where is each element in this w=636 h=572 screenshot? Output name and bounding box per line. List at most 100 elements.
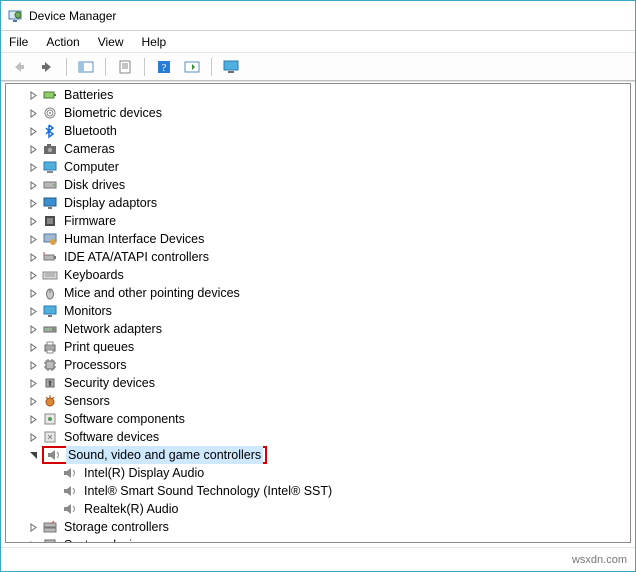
tree-item-label: Storage controllers (62, 518, 171, 536)
tree-item[interactable]: Sensors (6, 392, 630, 410)
footer: wsxdn.com (1, 547, 635, 571)
menubar: File Action View Help (1, 31, 635, 53)
tree-item-label: System devices (62, 536, 154, 543)
expand-icon[interactable] (26, 412, 40, 426)
tree-item[interactable]: Realtek(R) Audio (6, 500, 630, 518)
menu-file[interactable]: File (9, 35, 28, 49)
tree-item[interactable]: Batteries (6, 86, 630, 104)
properties-button[interactable] (113, 56, 137, 78)
expand-icon[interactable] (26, 430, 40, 444)
expand-icon[interactable] (26, 88, 40, 102)
swcomp-icon (42, 411, 58, 427)
collapse-icon[interactable] (26, 448, 40, 462)
tree-item[interactable]: Biometric devices (6, 104, 630, 122)
toolbar-separator (211, 58, 212, 76)
fingerprint-icon (42, 105, 58, 121)
tree-item-label: Keyboards (62, 266, 126, 284)
device-manager-window: Device Manager File Action View Help ? (0, 0, 636, 572)
tree-item[interactable]: Display adaptors (6, 194, 630, 212)
tree-item-label: Disk drives (62, 176, 127, 194)
security-icon (42, 375, 58, 391)
menu-help[interactable]: Help (142, 35, 167, 49)
storage-icon (42, 519, 58, 535)
highlight-box: Sound, video and game controllers (42, 446, 267, 464)
expand-icon[interactable] (26, 358, 40, 372)
tree-item-label: Sound, video and game controllers (66, 446, 263, 464)
tree-item-label: Software devices (62, 428, 161, 446)
expand-icon[interactable] (26, 106, 40, 120)
expand-icon[interactable] (26, 538, 40, 543)
expand-icon[interactable] (26, 520, 40, 534)
tree-item[interactable]: Software devices (6, 428, 630, 446)
expand-icon[interactable] (26, 160, 40, 174)
tree-item[interactable]: System devices (6, 536, 630, 543)
forward-button[interactable] (35, 56, 59, 78)
expand-icon[interactable] (26, 196, 40, 210)
tree-item[interactable]: Human Interface Devices (6, 230, 630, 248)
monitor-button[interactable] (219, 56, 243, 78)
expand-icon[interactable] (26, 142, 40, 156)
tree-item[interactable]: Computer (6, 158, 630, 176)
show-hide-console-button[interactable] (74, 56, 98, 78)
tree-item-label: Realtek(R) Audio (82, 500, 181, 518)
hid-icon (42, 231, 58, 247)
tree-item[interactable]: Disk drives (6, 176, 630, 194)
tree-item[interactable]: Storage controllers (6, 518, 630, 536)
bluetooth-icon (42, 123, 58, 139)
tree-item[interactable]: Software components (6, 410, 630, 428)
tree-item[interactable]: Intel(R) Display Audio (6, 464, 630, 482)
tree-item-label: Security devices (62, 374, 157, 392)
scan-hardware-button[interactable] (180, 56, 204, 78)
svg-text:?: ? (162, 62, 167, 74)
toolbar: ? (1, 53, 635, 81)
titlebar[interactable]: Device Manager (1, 1, 635, 31)
tree-item-label: Human Interface Devices (62, 230, 206, 248)
tree-item-label: IDE ATA/ATAPI controllers (62, 248, 211, 266)
device-tree[interactable]: BatteriesBiometric devicesBluetoothCamer… (6, 84, 630, 543)
expand-icon[interactable] (26, 178, 40, 192)
computer-icon (42, 159, 58, 175)
menu-view[interactable]: View (98, 35, 124, 49)
expand-icon[interactable] (26, 286, 40, 300)
expand-icon[interactable] (26, 250, 40, 264)
tree-item-label: Intel(R) Display Audio (82, 464, 206, 482)
camera-icon (42, 141, 58, 157)
tree-item-label: Monitors (62, 302, 114, 320)
tree-item[interactable]: Network adapters (6, 320, 630, 338)
sound-icon (62, 465, 78, 481)
tree-item[interactable]: Cameras (6, 140, 630, 158)
expand-icon[interactable] (26, 340, 40, 354)
monitor-icon (42, 303, 58, 319)
window-title: Device Manager (29, 9, 116, 23)
tree-item[interactable]: Sound, video and game controllers (6, 446, 630, 464)
sound-icon (62, 501, 78, 517)
tree-item[interactable]: Mice and other pointing devices (6, 284, 630, 302)
help-button[interactable]: ? (152, 56, 176, 78)
expand-icon[interactable] (26, 304, 40, 318)
printer-icon (42, 339, 58, 355)
tree-item[interactable]: Processors (6, 356, 630, 374)
expand-icon[interactable] (26, 322, 40, 336)
expand-icon[interactable] (26, 232, 40, 246)
menu-action[interactable]: Action (46, 35, 79, 49)
expand-icon[interactable] (26, 124, 40, 138)
expand-icon[interactable] (26, 394, 40, 408)
expand-icon[interactable] (26, 376, 40, 390)
toolbar-separator (66, 58, 67, 76)
tree-item[interactable]: Intel® Smart Sound Technology (Intel® SS… (6, 482, 630, 500)
tree-item[interactable]: Monitors (6, 302, 630, 320)
tree-item-label: Sensors (62, 392, 112, 410)
system-icon (42, 537, 58, 543)
tree-item[interactable]: Bluetooth (6, 122, 630, 140)
tree-item[interactable]: Keyboards (6, 266, 630, 284)
tree-item[interactable]: Security devices (6, 374, 630, 392)
expand-icon[interactable] (26, 268, 40, 282)
tree-item[interactable]: Print queues (6, 338, 630, 356)
tree-item[interactable]: Firmware (6, 212, 630, 230)
expand-icon[interactable] (26, 214, 40, 228)
device-tree-panel[interactable]: BatteriesBiometric devicesBluetoothCamer… (5, 83, 631, 543)
swdev-icon (42, 429, 58, 445)
tree-item[interactable]: IDE ATA/ATAPI controllers (6, 248, 630, 266)
back-button[interactable] (7, 56, 31, 78)
disk-icon (42, 177, 58, 193)
